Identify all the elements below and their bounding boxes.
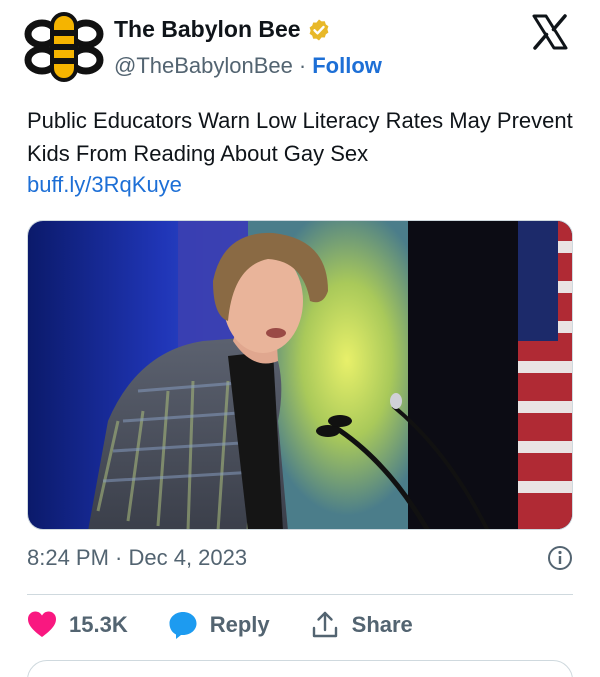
tweet-photo[interactable] xyxy=(27,220,573,530)
follow-button[interactable]: Follow xyxy=(312,53,382,79)
divider xyxy=(27,594,573,595)
tweet-link[interactable]: buff.ly/3RqKuye xyxy=(27,172,182,198)
action-bar: 15.3K Reply Share xyxy=(27,610,453,640)
like-button[interactable]: 15.3K xyxy=(27,610,128,640)
photo-speaker-at-podium xyxy=(28,221,572,529)
reply-button[interactable]: Reply xyxy=(168,610,270,640)
reply-label: Reply xyxy=(209,612,270,637)
tweet-header: The Babylon Bee @TheBabylonBee · Follow xyxy=(24,8,584,88)
handle-row: @TheBabylonBee · Follow xyxy=(114,53,382,79)
share-button[interactable]: Share xyxy=(310,610,413,640)
share-label: Share xyxy=(351,612,413,637)
verified-badge-icon xyxy=(309,19,329,40)
timestamp[interactable]: 8:24 PM · Dec 4, 2023 xyxy=(27,545,247,571)
x-logo-icon[interactable] xyxy=(530,12,570,52)
like-count: 15.3K xyxy=(69,612,128,637)
name-row: The Babylon Bee xyxy=(114,16,331,43)
reply-bubble-icon xyxy=(169,612,197,639)
separator-dot: · xyxy=(298,53,307,78)
heart-icon xyxy=(28,611,56,637)
share-upload-icon xyxy=(312,611,337,638)
tweet-text: Public Educators Warn Low Literacy Rates… xyxy=(27,108,573,166)
read-replies-button[interactable] xyxy=(27,660,573,677)
timestamp-row: 8:24 PM · Dec 4, 2023 xyxy=(27,545,573,571)
account-handle[interactable]: @TheBabylonBee xyxy=(114,53,293,79)
bee-logo-icon xyxy=(24,8,104,88)
account-name[interactable]: The Babylon Bee xyxy=(114,16,301,43)
avatar[interactable] xyxy=(24,8,104,88)
info-icon[interactable] xyxy=(547,545,573,571)
